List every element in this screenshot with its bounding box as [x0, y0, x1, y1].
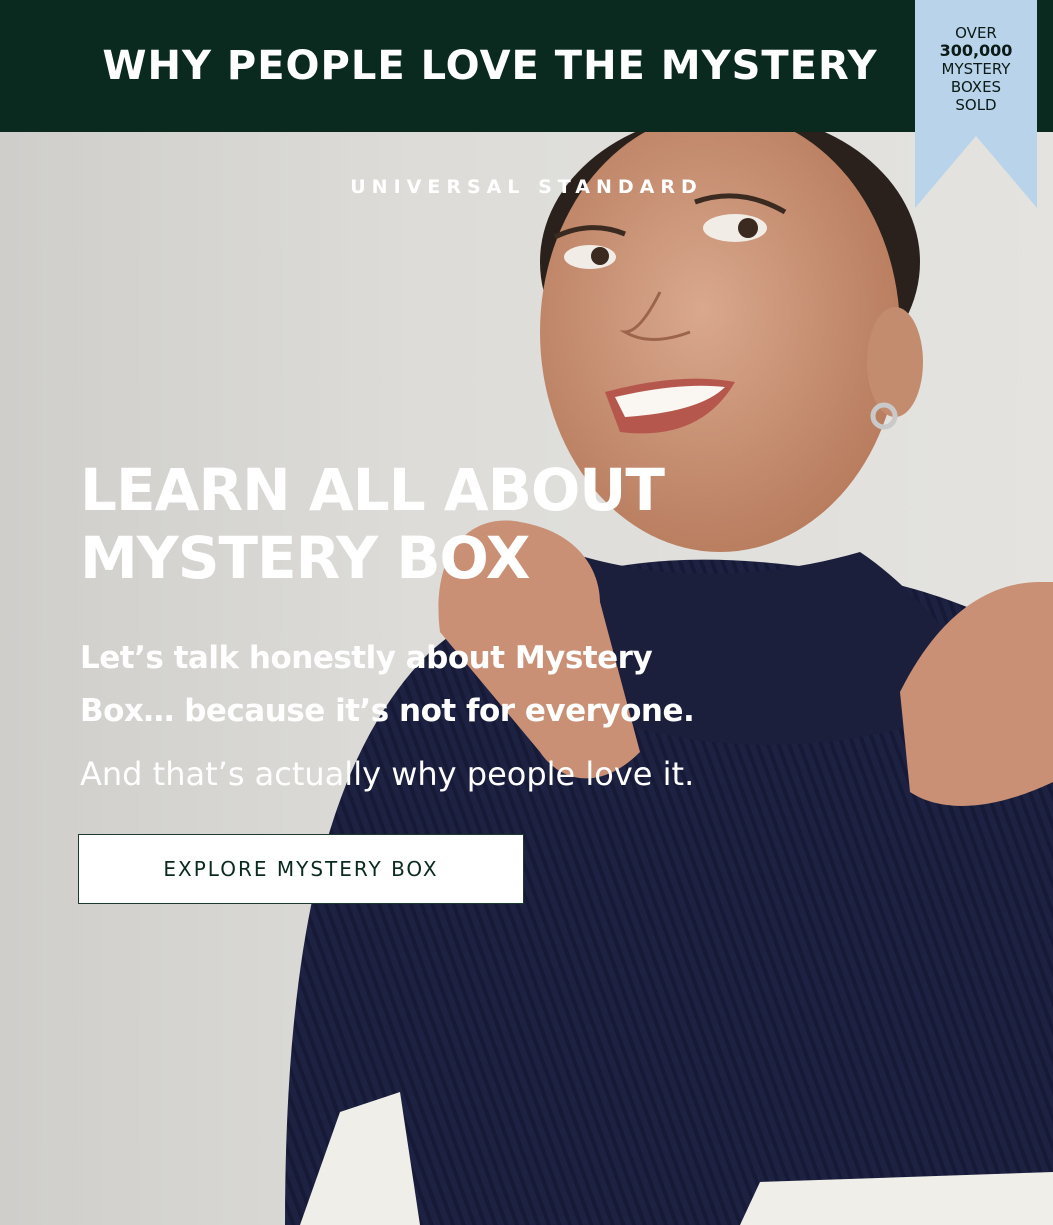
brand-logo: UNIVERSAL STANDARD	[350, 176, 703, 198]
hero-subheading: Let’s talk honestly about Mystery Box… b…	[80, 632, 720, 738]
header-title: WHY PEOPLE LOVE THE MYSTERY	[102, 43, 878, 89]
headline-line-2: MYSTERY BOX	[80, 524, 531, 592]
ribbon-line-count: 300,000	[939, 41, 1013, 60]
hero-tagline: And that’s actually why people love it.	[80, 755, 695, 793]
ribbon-text: OVER 300,000 MYSTERY BOXES SOLD	[915, 24, 1037, 114]
hero-headline: LEARN ALL ABOUT MYSTERY BOX	[80, 456, 780, 592]
explore-mystery-box-button[interactable]: EXPLORE MYSTERY BOX	[78, 834, 524, 904]
ribbon-line-mystery: MYSTERY	[941, 60, 1011, 78]
sold-count-ribbon: OVER 300,000 MYSTERY BOXES SOLD	[915, 0, 1037, 208]
headline-line-1: LEARN ALL ABOUT	[80, 456, 665, 524]
subheading-line-1: Let’s talk honestly about Mystery	[80, 640, 653, 676]
subheading-line-2: Box… because it’s not for everyone.	[80, 693, 695, 729]
ribbon-line-boxes: BOXES	[950, 78, 1002, 96]
header-bar: WHY PEOPLE LOVE THE MYSTERY	[0, 0, 1053, 132]
ribbon-line-over: OVER	[955, 24, 997, 42]
ribbon-line-sold: SOLD	[955, 96, 997, 114]
